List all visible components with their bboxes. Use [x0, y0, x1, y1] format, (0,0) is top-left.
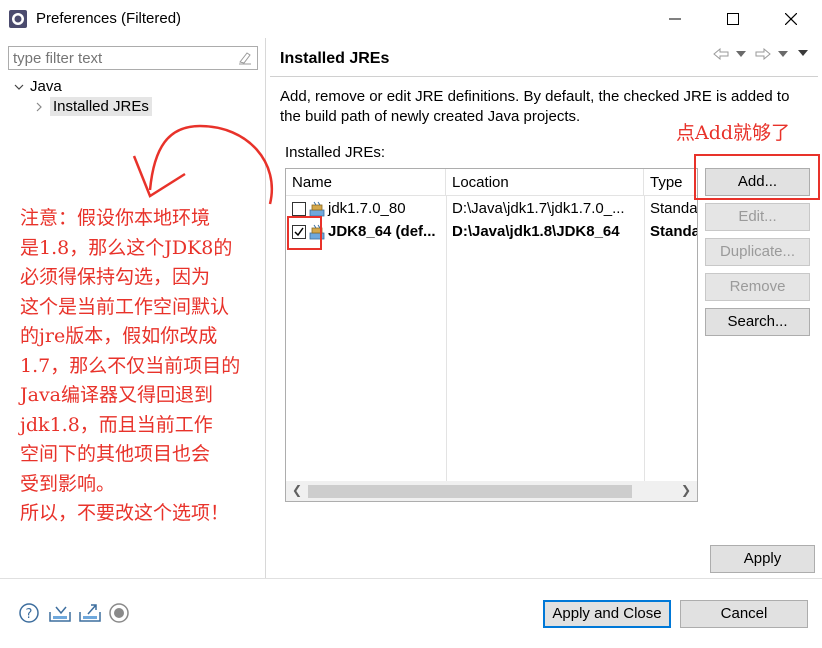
eclipse-app-icon	[9, 10, 27, 28]
forward-history[interactable]	[755, 48, 789, 60]
tree-item-java-label: Java	[30, 78, 62, 95]
apply-button[interactable]: Apply	[710, 545, 815, 573]
window-title: Preferences (Filtered)	[36, 10, 182, 27]
jre-checkbox[interactable]	[292, 202, 306, 216]
search-button[interactable]: Search...	[705, 308, 810, 336]
help-icon[interactable]: ?	[18, 602, 40, 624]
import-icon[interactable]	[48, 602, 72, 624]
scroll-right-icon[interactable]: ❯	[681, 483, 691, 497]
jre-type: Standa	[650, 223, 698, 240]
title-bar: Preferences (Filtered)	[0, 0, 822, 38]
column-header-location[interactable]: Location	[446, 169, 644, 196]
remove-button[interactable]: Remove	[705, 273, 810, 301]
svg-text:?: ?	[26, 607, 33, 622]
jre-table[interactable]: Name Location Type jdk1.7.0_80 D:\Java\j…	[285, 168, 698, 502]
view-menu[interactable]	[797, 48, 809, 58]
duplicate-button[interactable]: Duplicate...	[705, 238, 810, 266]
jre-type: Standa	[650, 200, 698, 217]
jre-location: D:\Java\jdk1.8\JDK8_64	[452, 223, 620, 240]
cancel-button[interactable]: Cancel	[680, 600, 808, 628]
forward-dropdown-icon[interactable]	[777, 49, 789, 59]
table-header: Name Location Type	[286, 169, 697, 196]
back-history[interactable]	[713, 48, 747, 60]
jre-name: jdk1.7.0_80	[328, 200, 406, 217]
annotation-note: 注意：假设你本地环境 是1.8，那么这个JDK8的 必须得保持勾选，因为 这个是…	[20, 207, 241, 524]
close-icon	[785, 13, 797, 25]
apply-and-close-button[interactable]: Apply and Close	[543, 600, 671, 628]
back-dropdown-icon[interactable]	[735, 49, 747, 59]
scroll-left-icon[interactable]: ❮	[292, 483, 302, 497]
minimize-button[interactable]	[652, 4, 698, 34]
annotation-checkbox-highlight	[287, 216, 322, 250]
close-button[interactable]	[768, 4, 814, 34]
add-button[interactable]: Add...	[705, 168, 810, 196]
page-title: Installed JREs	[280, 50, 390, 67]
table-row[interactable]: jdk1.7.0_80 D:\Java\jdk1.7\jdk1.7.0_... …	[286, 197, 697, 221]
edit-button[interactable]: Edit...	[705, 203, 810, 231]
tree-item-java[interactable]: Java	[14, 78, 62, 95]
scrollbar-thumb[interactable]	[308, 485, 632, 498]
tree-item-installed-jres[interactable]: Installed JREs	[34, 97, 152, 116]
jre-location: D:\Java\jdk1.7\jdk1.7.0_...	[452, 200, 625, 217]
footer-toolbar: ?	[18, 602, 130, 624]
header-divider	[270, 76, 818, 77]
record-icon[interactable]	[108, 602, 130, 624]
filter-input[interactable]	[9, 47, 229, 69]
back-arrow-icon[interactable]	[713, 48, 729, 60]
forward-arrow-icon[interactable]	[755, 48, 771, 60]
horizontal-scrollbar[interactable]: ❮ ❯	[286, 481, 697, 501]
maximize-button[interactable]	[710, 4, 756, 34]
filter-field[interactable]	[8, 46, 258, 70]
installed-jres-label: Installed JREs:	[285, 144, 386, 161]
annotation-arrow	[132, 124, 273, 205]
chevron-right-icon[interactable]	[34, 102, 44, 112]
page-description: Add, remove or edit JRE definitions. By …	[280, 88, 790, 125]
export-icon[interactable]	[78, 602, 102, 624]
chevron-down-icon[interactable]	[14, 82, 24, 92]
column-header-type[interactable]: Type	[644, 169, 697, 196]
tree-item-installed-jres-label: Installed JREs	[50, 97, 152, 116]
footer-divider	[0, 578, 822, 579]
jre-name: JDK8_64 (def...	[328, 223, 436, 240]
jre-library-icon	[309, 201, 325, 217]
table-row[interactable]: JDK8_64 (def... D:\Java\jdk1.8\JDK8_64 S…	[286, 220, 697, 244]
column-header-name[interactable]: Name	[286, 169, 446, 196]
view-menu-icon[interactable]	[797, 48, 809, 58]
clear-filter-icon[interactable]	[237, 50, 253, 66]
